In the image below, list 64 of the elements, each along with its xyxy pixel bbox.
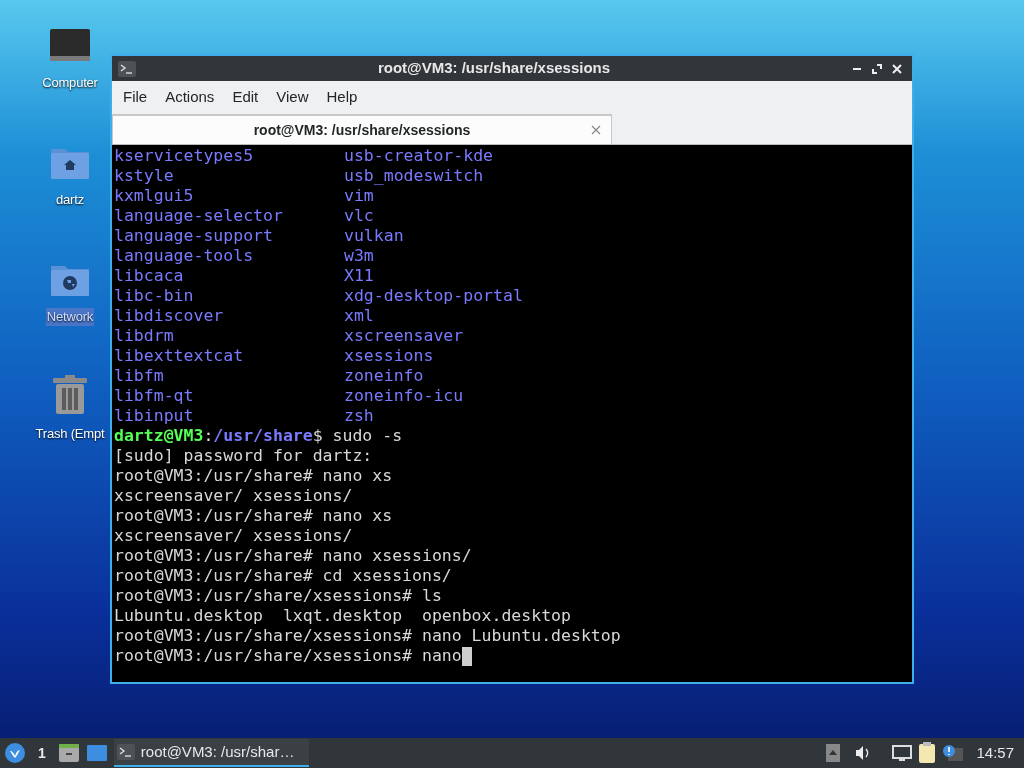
desktop-icon-label[interactable]: dartz (55, 191, 85, 209)
terminal-icon (116, 744, 135, 760)
close-icon[interactable] (892, 63, 902, 74)
terminal-listing-entry: xscreensaver (344, 326, 465, 346)
desktop-icon-label[interactable]: Trash (Empt (34, 425, 106, 443)
terminal-listing-entry: xdg-desktop-portal (344, 286, 524, 306)
menu-item[interactable]: Edit (223, 85, 268, 109)
workspace-button[interactable]: 1 (32, 742, 52, 764)
terminal-listing-entry: libcaca (114, 266, 185, 286)
terminal-listing-entry: libdrm (114, 326, 175, 346)
close-tab-icon[interactable] (591, 125, 601, 135)
terminal-line: root@VM3:/usr/share/xsessions# nano Lubuntu.desktop (114, 626, 621, 646)
terminal-line: root@VM3:/usr/share/xsessions# ls (114, 586, 442, 606)
notification-icon[interactable] (942, 744, 965, 762)
terminal-listing-entry: xsessions (344, 346, 435, 366)
terminal-listing-entry: kservicetypes5 (114, 146, 255, 166)
terminal-listing-entry: language-tools (114, 246, 255, 266)
terminal-line: dartz@VM3:/usr/share$ sudo -s (114, 426, 403, 446)
terminal-listing-entry: xml (344, 306, 375, 326)
menu-item[interactable]: File (114, 85, 157, 109)
menu-item[interactable]: Actions (156, 85, 224, 109)
terminal-line: root@VM3:/usr/share# nano xsessions/ (114, 546, 472, 566)
terminal-listing-entry: libdiscover (114, 306, 225, 326)
terminal-listing-entry: kstyle (114, 166, 175, 186)
terminal-listing-entry: vulkan (344, 226, 405, 246)
terminal-line: [sudo] password for dartz: (114, 446, 373, 466)
terminal-listing-entry: usb_modeswitch (344, 166, 485, 186)
terminal-listing-entry: language-support (114, 226, 274, 246)
terminal-listing-entry: zoneinfo-icu (344, 386, 465, 406)
maximize-icon[interactable] (872, 63, 882, 74)
monitor-icon (49, 28, 91, 64)
terminal-listing-entry: vlc (344, 206, 375, 226)
terminal-line: xscreensaver/ xsessions/ (114, 486, 353, 506)
terminal-listing-entry: zoneinfo (344, 366, 425, 386)
start-menu-icon[interactable] (4, 742, 26, 764)
terminal-line: root@VM3:/usr/share# nano xs (114, 466, 393, 486)
taskbar-task[interactable]: root@VM3: /usr/shar… (113, 739, 309, 767)
terminal-listing-entry: libexttextcat (114, 346, 245, 366)
terminal-line: root@VM3:/usr/share# cd xsessions/ (114, 566, 452, 586)
file-cabinet-icon[interactable] (57, 743, 80, 763)
terminal-listing-entry: usb-creator-kde (344, 146, 494, 166)
trash-icon (52, 375, 88, 415)
terminal-listing-entry: kxmlgui5 (114, 186, 195, 206)
terminal-icon (118, 60, 136, 77)
terminal-listing-entry: language-selector (114, 206, 284, 226)
menu-item[interactable]: Help (317, 85, 367, 109)
terminal-listing-entry: w3m (344, 246, 375, 266)
clipboard-icon[interactable] (918, 742, 937, 764)
terminal-line: Lubuntu.desktop lxqt.desktop openbox.desktop (114, 606, 571, 626)
terminal-listing-entry: libinput (114, 406, 195, 426)
terminal-line: xscreensaver/ xsessions/ (114, 526, 353, 546)
terminal-listing-entry: libc-bin (114, 286, 195, 306)
terminal-listing-entry: zsh (344, 406, 375, 426)
terminal-listing-entry: libfm (114, 366, 165, 386)
desktop-icon[interactable] (85, 744, 108, 762)
terminal-listing-entry: X11 (344, 266, 375, 286)
tab[interactable]: root@VM3: /usr/share/xsessions (112, 114, 612, 144)
terminal-listing-entry: vim (344, 186, 375, 206)
menu-item[interactable]: View (267, 85, 318, 109)
terminal-listing-entry: libfm-qt (114, 386, 195, 406)
terminal-line: root@VM3:/usr/share# nano xs (114, 506, 393, 526)
clock[interactable]: 14:57 (976, 741, 1014, 765)
window-title: root@VM3: /usr/share/xsessions (376, 58, 612, 79)
terminal-line: root@VM3:/usr/share/xsessions# nano (114, 646, 462, 666)
